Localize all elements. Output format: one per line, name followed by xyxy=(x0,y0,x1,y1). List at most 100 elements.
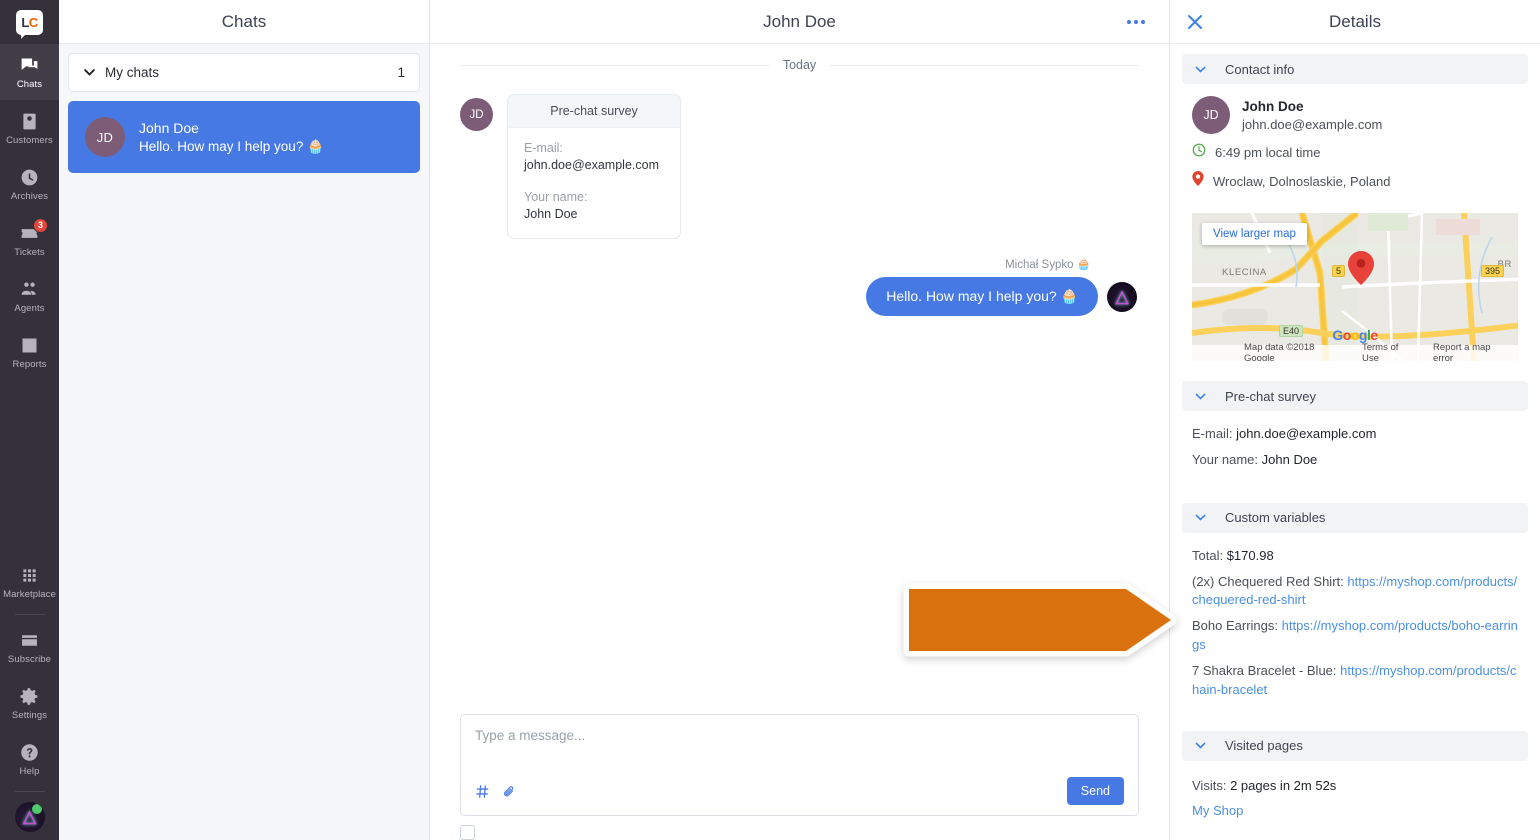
composer-footer-row xyxy=(430,816,1169,840)
details-title: Details xyxy=(1329,11,1381,31)
survey-field-value: John Doe xyxy=(524,207,578,221)
location-pin-icon xyxy=(1192,171,1204,191)
nav-item-customers[interactable]: Customers xyxy=(0,100,59,156)
paperclip-icon[interactable] xyxy=(502,784,517,799)
nav-item-archives[interactable]: Archives xyxy=(0,156,59,212)
tickets-badge: 3 xyxy=(33,217,48,233)
total-label: Total: xyxy=(1192,547,1224,563)
visited-page-link[interactable]: My Shop xyxy=(1192,803,1243,818)
conversation-title: John Doe xyxy=(763,11,836,31)
product-name: (2x) Chequered Red Shirt: xyxy=(1192,573,1344,589)
map-report-link[interactable]: Report a map error xyxy=(1433,342,1512,361)
agent-avatar: △ xyxy=(1107,281,1137,312)
footer-checkbox[interactable] xyxy=(460,825,475,840)
product-name: Boho Earrings: xyxy=(1192,618,1278,634)
chat-item-preview: Hello. How may I help you? 🧁 xyxy=(139,138,324,154)
chat-group-count: 1 xyxy=(397,65,405,80)
more-options-icon[interactable] xyxy=(1121,14,1151,30)
nav-label-marketplace: Marketplace xyxy=(3,588,56,600)
nav-label-customers: Customers xyxy=(6,134,53,146)
app-logo[interactable]: LC xyxy=(0,0,59,44)
chat-list-item-john-doe[interactable]: JD John Doe Hello. How may I help you? 🧁 xyxy=(68,101,420,173)
survey-row-label: Your name: xyxy=(1192,451,1259,467)
archives-clock-icon xyxy=(19,167,40,188)
nav-item-marketplace[interactable]: Marketplace xyxy=(0,554,59,610)
section-label-custom-variables: Custom variables xyxy=(1225,510,1326,526)
nav-item-subscribe[interactable]: Subscribe xyxy=(0,619,59,675)
total-row: Total: $170.98 xyxy=(1192,547,1518,566)
settings-gear-icon xyxy=(19,686,40,707)
survey-card-header: Pre-chat survey xyxy=(508,95,680,128)
chevron-down-icon xyxy=(1194,390,1207,403)
product-row: Boho Earrings: https://myshop.com/produc… xyxy=(1192,617,1518,655)
map-terms-link[interactable]: Terms of Use xyxy=(1362,342,1417,361)
chat-list-title: Chats xyxy=(221,11,267,31)
conversation-header: John Doe xyxy=(430,0,1169,44)
nav-label-settings: Settings xyxy=(11,709,48,721)
location-map[interactable]: KLECINA BR 5 395 E40 View larger map Goo… xyxy=(1192,213,1518,361)
nav-label-agents: Agents xyxy=(14,302,45,314)
survey-row: E-mail: john.doe@example.com xyxy=(1192,425,1518,444)
chat-list-panel: Chats My chats 1 JD John Doe Hello. How … xyxy=(59,0,430,840)
visits-value: 2 pages in 2m 52s xyxy=(1230,777,1337,793)
section-header-contact-info[interactable]: Contact info xyxy=(1182,54,1528,84)
subscribe-card-icon xyxy=(19,630,40,651)
road-badge-5: 5 xyxy=(1332,265,1346,277)
road-badge-395: 395 xyxy=(1480,265,1504,277)
map-attribution-bar: Map data ©2018 Google Terms of Use Repor… xyxy=(1192,342,1518,361)
chevron-down-icon xyxy=(83,66,96,79)
contact-avatar: JD xyxy=(1192,96,1230,134)
details-header: Details xyxy=(1170,0,1540,44)
chevron-down-icon xyxy=(1194,739,1207,752)
nav-item-agents[interactable]: Agents xyxy=(0,268,59,324)
day-separator: Today xyxy=(460,58,1140,72)
current-user-avatar[interactable]: △ xyxy=(14,802,45,832)
location-row: Wroclaw, Dolnoslaskie, Poland xyxy=(1192,171,1518,191)
contact-info-content: JD John Doe john.doe@example.com 6:49 pm… xyxy=(1170,84,1540,201)
map-data-text: Map data ©2018 Google xyxy=(1244,342,1315,361)
nav-divider xyxy=(14,614,45,615)
message-avatar: JD xyxy=(460,98,493,131)
customers-icon xyxy=(19,111,40,132)
nav-item-settings[interactable]: Settings xyxy=(0,675,59,731)
clock-icon xyxy=(1192,143,1206,162)
chat-group-label: My chats xyxy=(105,65,160,80)
product-row: (2x) Chequered Red Shirt: https://myshop… xyxy=(1192,573,1518,611)
chat-list-body: My chats 1 JD John Doe Hello. How may I … xyxy=(59,44,429,173)
survey-row-value: john.doe@example.com xyxy=(1236,426,1377,441)
location-text: Wroclaw, Dolnoslaskie, Poland xyxy=(1213,173,1391,189)
road-badge-e40: E40 xyxy=(1279,325,1304,337)
tickets-icon: 3 xyxy=(19,217,48,244)
chat-group-my-chats[interactable]: My chats 1 xyxy=(68,53,420,92)
agents-icon xyxy=(19,279,40,300)
message-row-customer: JD Pre-chat survey E-mail: john.doe@exam… xyxy=(460,94,1139,239)
chat-item-avatar: JD xyxy=(85,117,125,157)
message-composer[interactable]: Type a message... Send xyxy=(460,714,1139,816)
section-header-custom-variables[interactable]: Custom variables xyxy=(1182,502,1528,533)
message-row-agent: Michał Sypko 🧁 Hello. How may I help you… xyxy=(460,257,1139,316)
view-larger-map-button[interactable]: View larger map xyxy=(1202,223,1307,245)
message-input-placeholder[interactable]: Type a message... xyxy=(475,728,1124,743)
nav-label-archives: Archives xyxy=(10,190,49,202)
nav-label-reports: Reports xyxy=(12,358,47,370)
custom-variables-content: Total: $170.98 (2x) Chequered Red Shirt:… xyxy=(1170,533,1540,717)
close-icon[interactable] xyxy=(1186,13,1204,31)
nav-item-help[interactable]: Help xyxy=(0,731,59,787)
survey-row-value: John Doe xyxy=(1261,451,1318,467)
survey-row-label: E-mail: xyxy=(1192,426,1233,441)
chevron-down-icon xyxy=(1194,511,1207,524)
total-value: $170.98 xyxy=(1226,547,1274,563)
nav-item-reports[interactable]: Reports xyxy=(0,324,59,380)
section-label-visited-pages: Visited pages xyxy=(1225,738,1303,754)
section-header-visited-pages[interactable]: Visited pages xyxy=(1182,730,1528,761)
nav-item-tickets[interactable]: 3 Tickets xyxy=(0,212,59,268)
secondary-nav-group: Marketplace Subscribe Settings Help △ xyxy=(0,554,59,840)
chats-icon xyxy=(19,55,40,76)
hash-icon[interactable] xyxy=(475,784,490,799)
primary-nav-rail: LC Chats Customers Archives 3 Tickets Ag… xyxy=(0,0,59,840)
section-header-pre-chat-survey[interactable]: Pre-chat survey xyxy=(1182,381,1528,411)
send-button[interactable]: Send xyxy=(1066,777,1124,805)
survey-row: Your name: John Doe xyxy=(1192,451,1518,470)
nav-item-chats[interactable]: Chats xyxy=(0,44,59,100)
day-separator-label: Today xyxy=(782,58,817,72)
